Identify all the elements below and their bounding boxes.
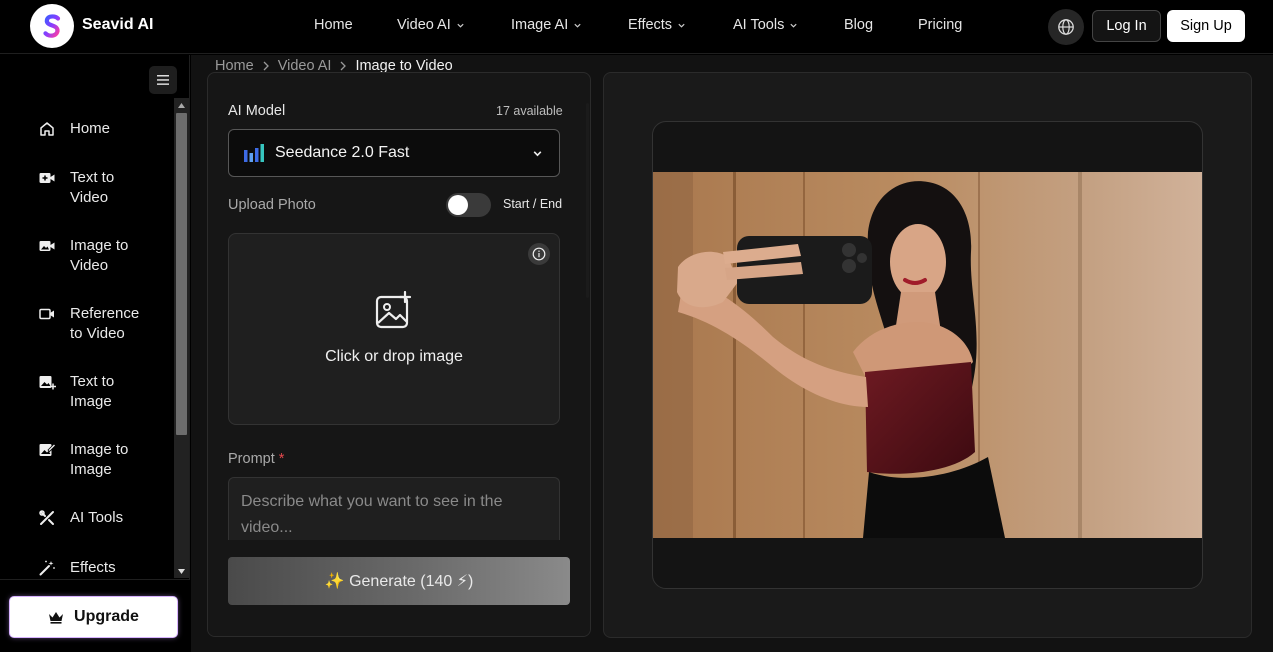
upgrade-button[interactable]: Upgrade [10,597,177,637]
nav-video-ai-label: Video AI [397,17,451,33]
preview-panel [603,72,1252,638]
sample-preview-image [653,172,1202,538]
upgrade-section: Upgrade [0,579,190,652]
signup-button[interactable]: Sign Up [1167,10,1245,42]
image-plus-icon [39,376,56,390]
home-icon [40,122,54,136]
nav-image-ai-label: Image AI [511,17,569,33]
menu-icon [157,75,169,85]
nav-effects[interactable]: Effects [628,17,686,33]
sidebar-item-label: Image to Image [70,441,129,478]
brand-logo[interactable] [30,4,74,48]
scroll-down-arrow-icon[interactable] [174,564,189,578]
sidebar-scroll-thumb[interactable] [176,113,187,435]
info-button[interactable] [528,243,550,265]
chevron-right-icon [263,61,269,71]
main-content: Home Video AI Image to Video AI Model 17… [191,55,1273,652]
ai-model-label: AI Model [228,103,286,119]
models-available-count: 17 available [496,104,563,118]
nav-ai-tools-label: AI Tools [733,17,785,33]
crown-icon [49,611,64,624]
brand-name[interactable]: Seavid AI [82,16,153,34]
nav-blog-label: Blog [844,17,874,33]
dropzone-text: Click or drop image [325,348,463,365]
nav-image-ai[interactable]: Image AI [511,17,582,33]
preview-frame [652,121,1203,589]
nav-home-label: Home [314,17,353,33]
sidebar-item-text-to-image[interactable]: Text to Image [38,372,150,412]
magic-wand-icon [39,560,55,576]
image-upload-icon [375,291,412,329]
prompt-label-text: Prompt [228,451,275,467]
tools-icon [39,510,54,525]
upload-photo-label: Upload Photo [228,197,316,213]
sidebar-scrollbar[interactable] [174,98,189,578]
nav-video-ai[interactable]: Video AI [397,17,465,33]
form-scrollbar[interactable] [586,103,589,298]
sidebar-item-label: Reference to Video [70,305,140,342]
sidebar-toggle-button[interactable] [149,66,177,94]
nav-effects-label: Effects [628,17,673,33]
chevron-down-icon [790,23,797,28]
sidebar-item-effects[interactable]: Effects [38,558,150,578]
globe-icon [1058,19,1074,35]
nav-pricing-label: Pricing [918,17,963,33]
logo-s-icon [43,14,61,38]
sidebar-item-home[interactable]: Home [38,119,150,139]
sidebar-item-label: AI Tools [70,509,124,526]
ai-model-select[interactable]: Seedance 2.0 Fast [228,129,560,177]
scroll-up-arrow-icon[interactable] [174,98,189,112]
image-video-icon [39,241,55,251]
generation-form-panel: AI Model 17 available Seedance 2.0 Fast … [207,72,591,637]
prompt-label: Prompt * [228,451,284,467]
seedance-logo-icon [244,144,264,162]
sidebar-item-label: Text to Image [70,373,115,410]
chevron-down-icon [574,23,581,28]
nav-blog[interactable]: Blog [844,17,873,33]
sidebar-item-image-to-image[interactable]: Image to Image [38,440,150,480]
start-end-label: Start / End [503,197,563,211]
top-header: Seavid AI Home Video AI Image AI Effects… [0,0,1273,54]
video-plus-icon [39,173,55,183]
video-camera-icon [39,308,54,320]
required-marker: * [278,451,285,467]
nav-home[interactable]: Home [314,17,353,33]
login-button[interactable]: Log In [1092,10,1161,42]
start-end-toggle[interactable] [446,193,491,217]
generate-button[interactable]: ✨ Generate (140 ⚡) [228,557,570,605]
sidebar: Home Text to Video Image to Video Refere… [0,55,190,652]
info-icon [532,247,546,261]
generate-bar: ✨ Generate (140 ⚡) [208,540,590,636]
sidebar-item-label: Image to Video [70,237,129,274]
sidebar-item-label: Home [70,120,111,137]
upgrade-label: Upgrade [74,608,139,625]
sidebar-item-text-to-video[interactable]: Text to Video [38,168,150,208]
sidebar-item-label: Text to Video [70,169,115,206]
nav-ai-tools[interactable]: AI Tools [733,17,798,33]
sidebar-item-image-to-video[interactable]: Image to Video [38,236,150,276]
sidebar-item-ai-tools[interactable]: AI Tools [38,508,150,528]
sidebar-item-label: Effects [70,559,116,576]
image-dropzone[interactable]: Click or drop image [228,233,560,425]
chevron-down-icon [533,151,542,157]
chevron-right-icon [340,61,347,71]
chevron-down-icon [678,23,685,28]
chevron-down-icon [457,23,464,28]
selected-model-name: Seedance 2.0 Fast [275,144,410,161]
toggle-knob [448,195,468,215]
sidebar-item-reference-to-video[interactable]: Reference to Video [38,304,150,344]
image-edit-icon [39,443,56,456]
nav-pricing[interactable]: Pricing [918,17,962,33]
language-button[interactable] [1048,9,1084,45]
page-scrollbar[interactable] [1260,55,1273,652]
